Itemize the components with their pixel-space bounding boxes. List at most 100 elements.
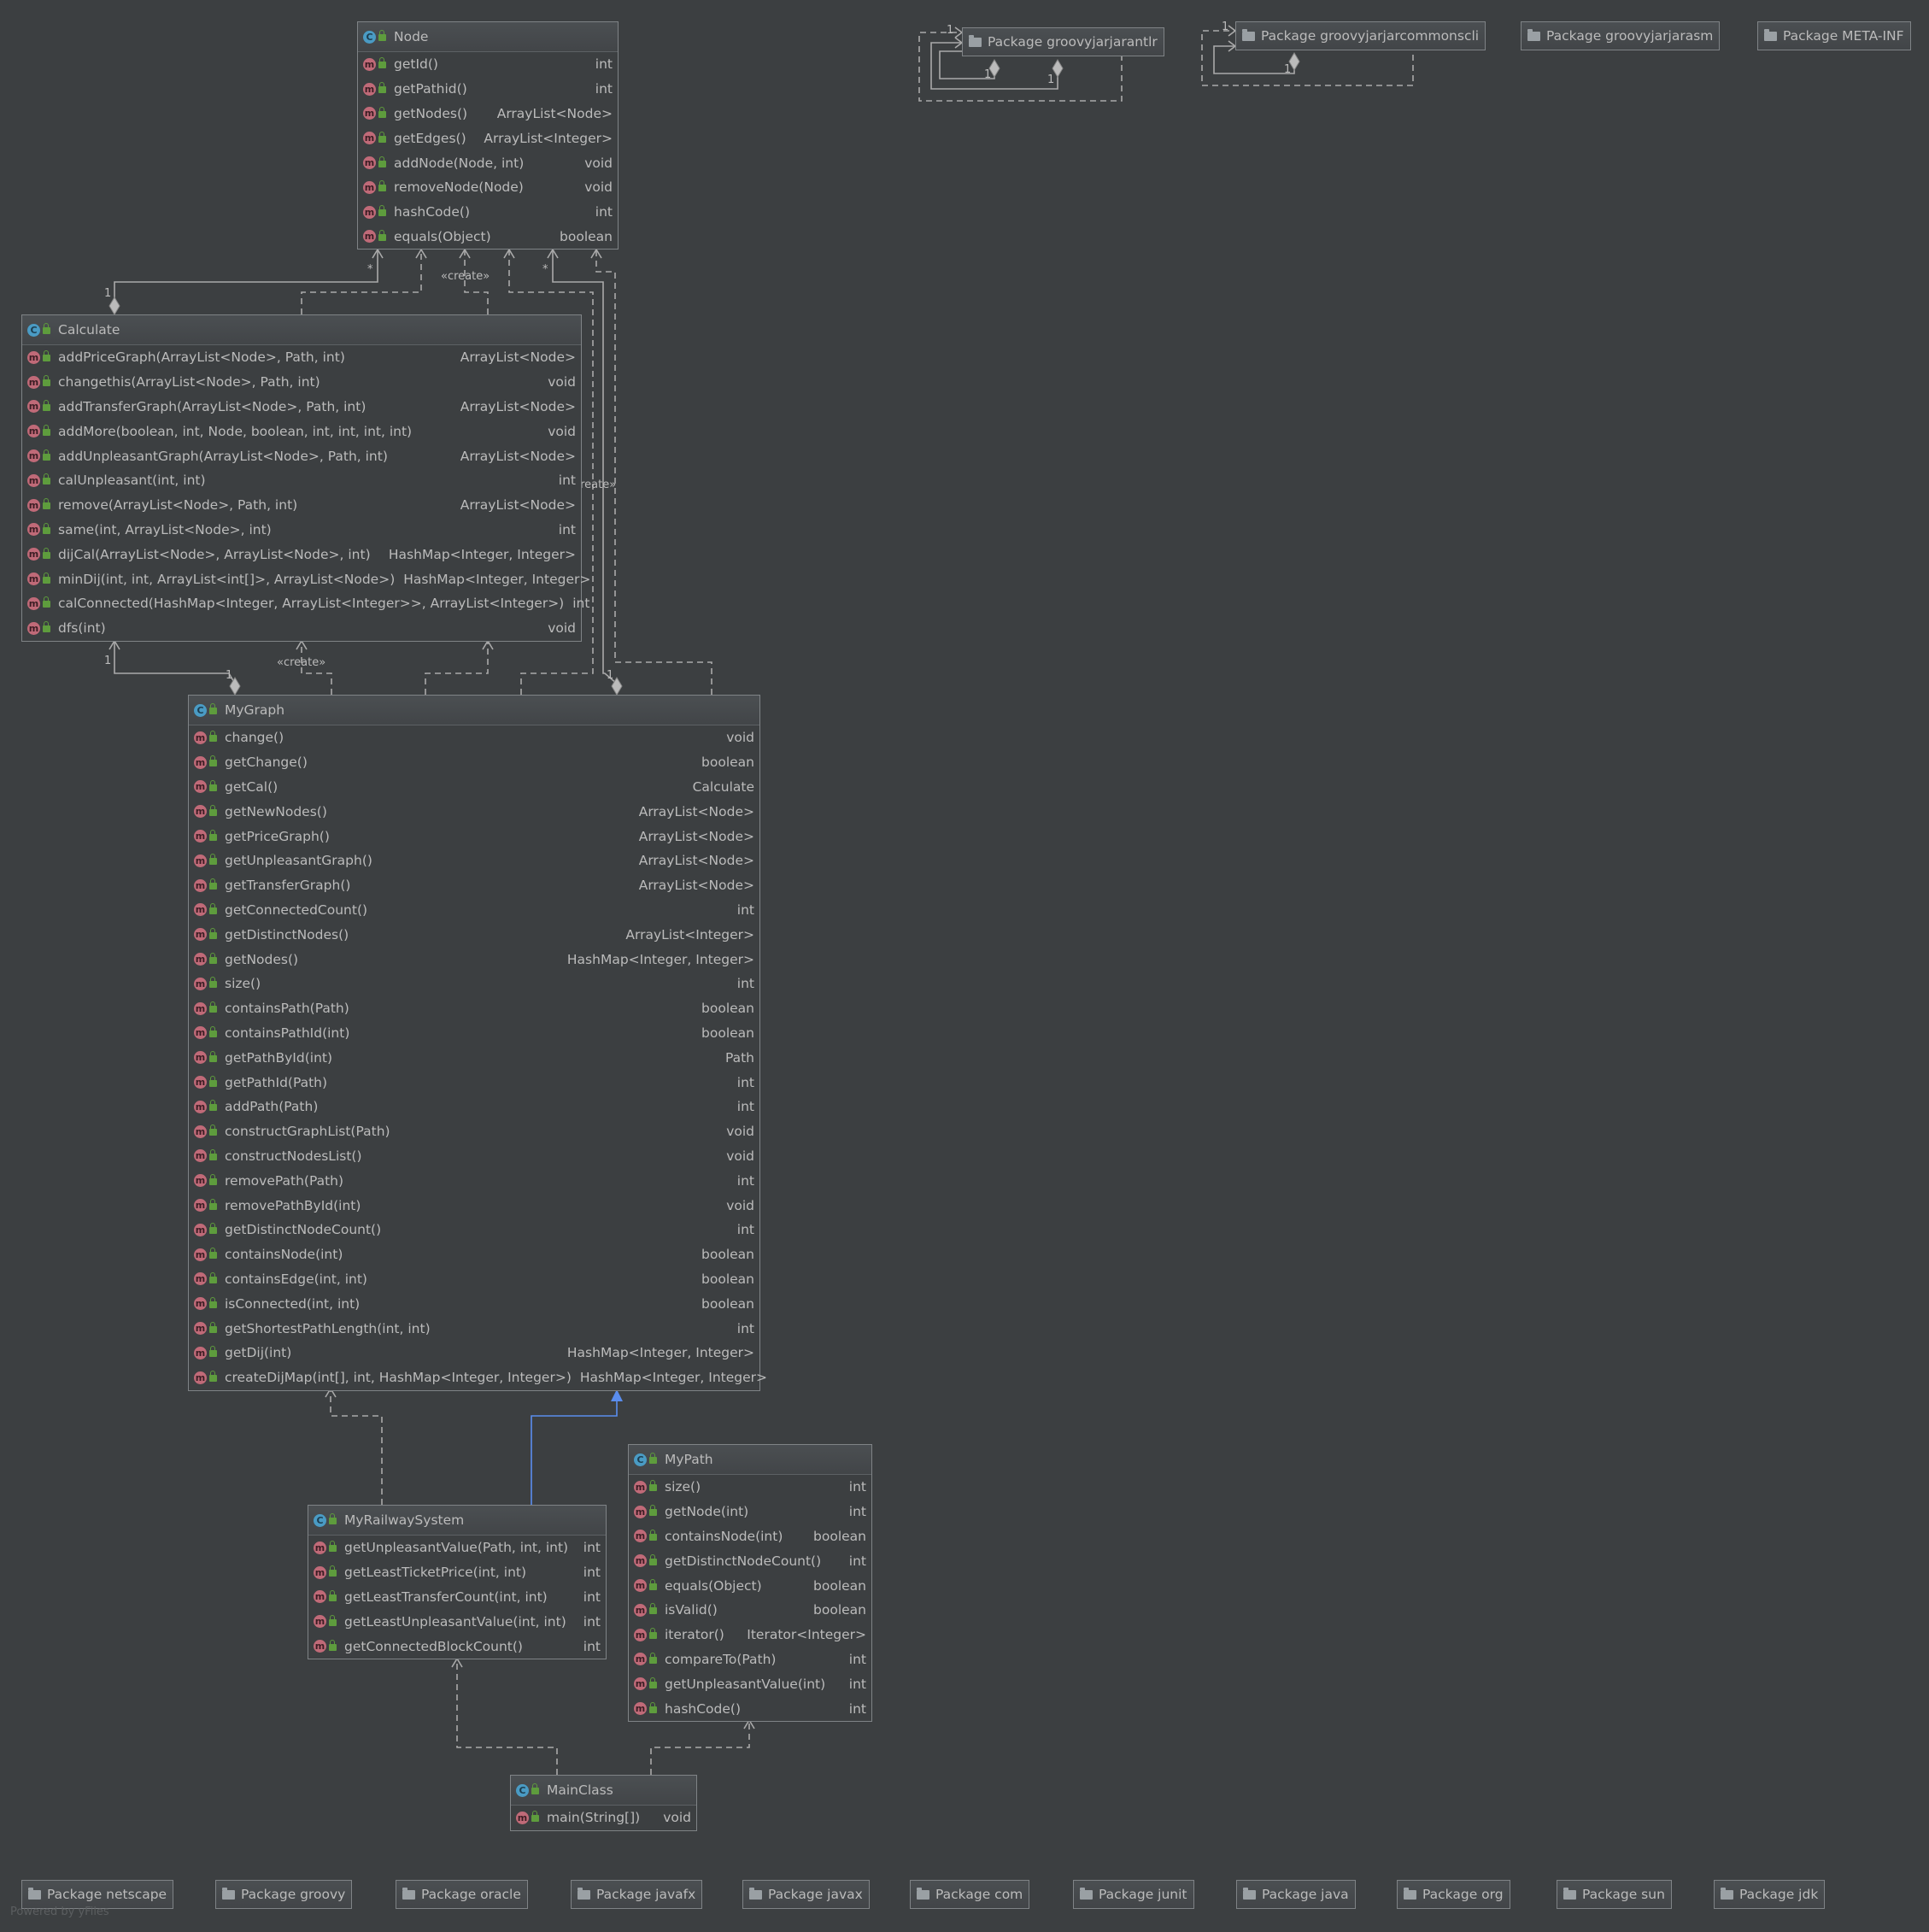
method-row[interactable]: m containsNode(int) boolean [189, 1242, 759, 1267]
method-row[interactable]: m getNewNodes() ArrayList<Node> [189, 799, 759, 824]
class-header[interactable]: C MyGraph [189, 696, 759, 725]
package-netscape[interactable]: Package netscape [21, 1880, 174, 1909]
method-row[interactable]: m getUnpleasantValue(int) int [629, 1671, 871, 1696]
method-row[interactable]: m getShortestPathLength(int, int) int [189, 1316, 759, 1341]
method-row[interactable]: m addTransferGraph(ArrayList<Node>, Path,… [22, 395, 581, 420]
package-jdk[interactable]: Package jdk [1714, 1880, 1826, 1909]
method-row[interactable]: m addNode(Node, int) void [358, 150, 618, 175]
class-mainclass[interactable]: C MainClass m main(String[]) void [510, 1775, 697, 1831]
method-row[interactable]: m isValid() boolean [629, 1598, 871, 1623]
package-javax[interactable]: Package javax [742, 1880, 870, 1909]
method-row[interactable]: m createDijMap(int[], int, HashMap<Intege… [189, 1365, 767, 1390]
method-row[interactable]: m getPathById(int) Path [189, 1045, 759, 1070]
class-header[interactable]: C Calculate [22, 315, 581, 345]
lock-icon [209, 755, 217, 767]
method-row[interactable]: m getTransferGraph() ArrayList<Node> [189, 873, 759, 898]
method-row[interactable]: m getUnpleasantValue(Path, int, int) int [308, 1536, 606, 1560]
method-row[interactable]: m change() void [189, 725, 759, 750]
method-row[interactable]: m dfs(int) void [22, 616, 581, 641]
method-name: addPath(Path) [225, 1099, 319, 1115]
method-row[interactable]: m addUnpleasantGraph(ArrayList<Node>, Pat… [22, 443, 581, 468]
method-row[interactable]: m getPathId(Path) int [189, 1070, 759, 1095]
method-row[interactable]: m removePath(Path) int [189, 1168, 759, 1193]
package-junit[interactable]: Package junit [1073, 1880, 1194, 1909]
package-meta-inf[interactable]: Package META-INF [1757, 21, 1911, 50]
package-oracle[interactable]: Package oracle [396, 1880, 528, 1909]
method-row[interactable]: m addPath(Path) int [189, 1095, 759, 1119]
method-row[interactable]: m getCal() Calculate [189, 775, 759, 800]
method-row[interactable]: m addPriceGraph(ArrayList<Node>, Path, in… [22, 345, 581, 370]
method-name: same(int, ArrayList<Node>, int) [58, 521, 272, 537]
method-row[interactable]: m changethis(ArrayList<Node>, Path, int) v… [22, 370, 581, 395]
method-row[interactable]: m getPathid() int [358, 77, 618, 102]
class-myrailwaysystem[interactable]: C MyRailwaySystem m getUnpleasantValue(Path… [308, 1505, 607, 1659]
method-row[interactable]: m addMore(boolean, int, Node, boolean, in… [22, 419, 581, 443]
method-row[interactable]: m constructNodesList() void [189, 1144, 759, 1169]
method-row[interactable]: m equals(Object) boolean [629, 1573, 871, 1598]
method-row[interactable]: m removePathById(int) void [189, 1193, 759, 1218]
method-row[interactable]: m hashCode() int [358, 200, 618, 225]
class-header[interactable]: C MainClass [511, 1776, 696, 1806]
package-groovyjarjarantlr[interactable]: Package groovyjarjarantlr [962, 27, 1164, 56]
method-row[interactable]: m getNode(int) int [629, 1500, 871, 1524]
method-row[interactable]: m containsPathId(int) boolean [189, 1021, 759, 1046]
method-row[interactable]: m getConnectedBlockCount() int [308, 1634, 606, 1659]
method-row[interactable]: m main(String[]) void [511, 1806, 696, 1830]
method-row[interactable]: m getEdges() ArrayList<Integer> [358, 126, 618, 150]
method-row[interactable]: m dijCal(ArrayList<Node>, ArrayList<Node>… [22, 542, 581, 567]
lock-icon [43, 399, 50, 411]
method-row[interactable]: m constructGraphList(Path) void [189, 1119, 759, 1144]
class-header[interactable]: C MyRailwaySystem [308, 1506, 606, 1536]
method-row[interactable]: m getLeastTicketPrice(int, int) int [308, 1560, 606, 1585]
method-row[interactable]: m isConnected(int, int) boolean [189, 1291, 759, 1316]
class-mypath[interactable]: C MyPath m size() int m getNode(int) int m contai… [628, 1444, 872, 1722]
method-row[interactable]: m getConnectedCount() int [189, 898, 759, 923]
method-row[interactable]: m getDistinctNodes() ArrayList<Integer> [189, 922, 759, 947]
method-row[interactable]: m size() int [189, 972, 759, 996]
label-many-1: * [367, 263, 373, 276]
method-row[interactable]: m getUnpleasantGraph() ArrayList<Node> [189, 849, 759, 873]
package-org[interactable]: Package org [1397, 1880, 1510, 1909]
package-java[interactable]: Package java [1236, 1880, 1356, 1909]
method-row[interactable]: m size() int [629, 1475, 871, 1500]
method-row[interactable]: m getDistinctNodeCount() int [629, 1548, 871, 1573]
method-row[interactable]: m getChange() boolean [189, 750, 759, 775]
method-row[interactable]: m same(int, ArrayList<Node>, int) int [22, 518, 581, 543]
method-row[interactable]: m getDij(int) HashMap<Integer, Integer> [189, 1341, 759, 1365]
method-row[interactable]: m calConnected(HashMap<Integer, ArrayList… [22, 591, 589, 616]
package-groovy[interactable]: Package groovy [215, 1880, 353, 1909]
method-row[interactable]: m getNodes() HashMap<Integer, Integer> [189, 947, 759, 972]
method-row[interactable]: m getLeastUnpleasantValue(int, int) int [308, 1609, 606, 1634]
package-com[interactable]: Package com [910, 1880, 1030, 1909]
method-row[interactable]: m iterator() Iterator<Integer> [629, 1623, 871, 1647]
class-node[interactable]: C Node m getId() int m getPathid() int m getNodes… [357, 21, 619, 250]
package-javafx[interactable]: Package javafx [571, 1880, 703, 1909]
method-row[interactable]: m containsNode(int) boolean [629, 1524, 871, 1549]
method-row[interactable]: m getDistinctNodeCount() int [189, 1218, 759, 1242]
method-row[interactable]: m calUnpleasant(int, int) int [22, 468, 581, 493]
method-row[interactable]: m equals(Object) boolean [358, 225, 618, 250]
lock-icon [209, 703, 217, 714]
method-row[interactable]: m remove(ArrayList<Node>, Path, int) Array… [22, 493, 581, 518]
method-row[interactable]: m getId() int [358, 52, 618, 77]
method-row[interactable]: m getNodes() ArrayList<Node> [358, 102, 618, 126]
package-groovyjarjarasm[interactable]: Package groovyjarjarasm [1521, 21, 1721, 50]
method-row[interactable]: m removeNode(Node) void [358, 175, 618, 200]
class-mygraph[interactable]: C MyGraph m change() void m getChange() boolean… [188, 695, 767, 1391]
class-calculate[interactable]: C Calculate m addPriceGraph(ArrayList<Node>… [21, 314, 590, 642]
method-row[interactable]: m hashCode() int [629, 1696, 871, 1721]
class-icon: C [194, 703, 207, 717]
class-header[interactable]: C Node [358, 22, 618, 52]
method-icon: m [194, 1100, 207, 1113]
package-sun[interactable]: Package sun [1557, 1880, 1672, 1909]
method-row[interactable]: m containsEdge(int, int) boolean [189, 1267, 759, 1292]
method-row[interactable]: m getLeastTransferCount(int, int) int [308, 1585, 606, 1610]
method-name: isConnected(int, int) [225, 1295, 361, 1312]
method-row[interactable]: m containsPath(Path) boolean [189, 996, 759, 1021]
method-row[interactable]: m minDij(int, int, ArrayList<int[]>, Arra… [22, 567, 590, 591]
method-name: getPathid() [394, 81, 467, 97]
class-header[interactable]: C MyPath [629, 1445, 871, 1475]
method-row[interactable]: m compareTo(Path) int [629, 1647, 871, 1672]
package-groovyjarjarcommonscli[interactable]: Package groovyjarjarcommonscli [1235, 21, 1486, 50]
method-row[interactable]: m getPriceGraph() ArrayList<Node> [189, 824, 759, 849]
